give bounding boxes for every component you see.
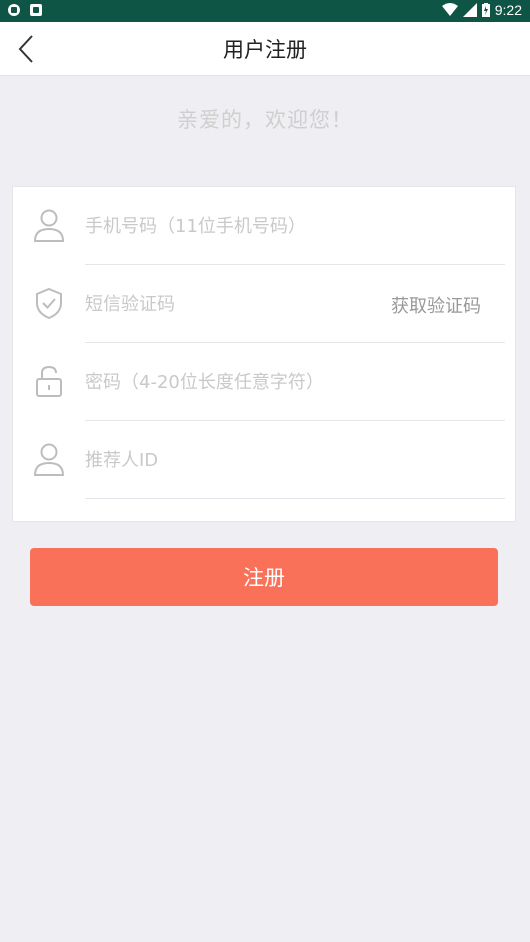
shield-notification-icon (8, 4, 20, 16)
welcome-text: 亲爱的，欢迎您！ (177, 108, 353, 132)
wifi-icon (441, 3, 458, 16)
user-icon (33, 443, 65, 476)
referrer-id-input[interactable] (85, 441, 385, 479)
password-row (13, 343, 517, 421)
get-code-button[interactable]: 获取验证码 (391, 292, 481, 318)
app-header: 用户注册 (0, 22, 530, 76)
signal-icon (462, 3, 477, 17)
sms-code-input[interactable] (85, 285, 345, 323)
notification-icons (8, 4, 42, 16)
lock-icon (36, 365, 62, 397)
register-button[interactable]: 注册 (30, 548, 498, 606)
phone-row (13, 187, 517, 265)
phone-input[interactable] (85, 207, 385, 245)
shield-check-icon (36, 287, 62, 320)
password-input[interactable] (85, 363, 385, 401)
status-bar: 9:22 (0, 0, 530, 22)
app-notification-icon (30, 4, 42, 16)
register-form: 获取验证码 (12, 186, 516, 522)
page-title: 用户注册 (223, 38, 307, 62)
battery-icon (481, 3, 490, 17)
status-indicators: 9:22 (441, 2, 522, 18)
code-row: 获取验证码 (13, 265, 517, 343)
referrer-row (13, 421, 517, 499)
user-icon (33, 209, 65, 242)
row-divider (85, 498, 505, 499)
status-time: 9:22 (494, 2, 522, 18)
